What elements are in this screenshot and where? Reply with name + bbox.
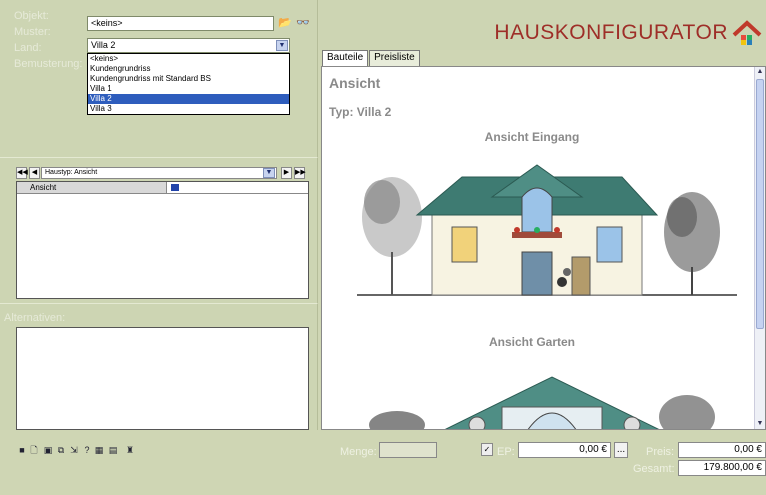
caption-garden: Ansicht Garten: [488, 335, 575, 349]
ep-field[interactable]: 0,00 €: [518, 442, 611, 458]
objekt-label: Objekt:: [14, 10, 49, 22]
binoculars-icon[interactable]: 👓: [295, 16, 311, 31]
content-scrollbar[interactable]: ▲ ▼: [754, 67, 765, 429]
chevron-down-icon[interactable]: ▼: [276, 40, 288, 51]
gesamt-field: 179.800,00 €: [678, 460, 766, 476]
header: HAUSKONFIGURATOR: [319, 0, 766, 50]
preis-field: 0,00 €: [678, 442, 766, 458]
prev-record-icon[interactable]: ◀: [29, 167, 40, 179]
calendar-icon[interactable]: ▤: [108, 445, 118, 456]
muster-option[interactable]: Villa 1: [88, 84, 289, 94]
chevron-down-icon[interactable]: ▼: [263, 168, 275, 178]
grid-header: Ansicht: [17, 182, 308, 194]
muster-option-selected[interactable]: Villa 2: [88, 94, 289, 104]
muster-option[interactable]: Kundengrundriss mit Standard BS: [88, 74, 289, 84]
scroll-thumb[interactable]: [756, 79, 764, 329]
caption-entrance: Ansicht Eingang: [484, 130, 580, 144]
objekt-field[interactable]: <keins>: [87, 16, 274, 31]
bemusterung-label: Bemusterung:: [14, 58, 83, 70]
print-preview-icon[interactable]: 🗋: [29, 445, 39, 456]
object-form-panel: Objekt: <keins> 📂 👓 Muster: Villa 2 ▼ La…: [0, 0, 318, 157]
gesamt-label: Gesamt:: [633, 463, 675, 475]
alternatives-list[interactable]: [16, 327, 309, 430]
content-view: Ansicht Typ: Villa 2 Ansicht Eingang Ans…: [321, 66, 766, 430]
first-record-icon[interactable]: ◀◀: [16, 167, 28, 179]
muster-option[interactable]: Villa 3: [88, 104, 289, 114]
save-icon[interactable]: ■: [17, 445, 27, 456]
checkbox-icon[interactable]: ✓: [481, 443, 493, 456]
scroll-up-icon[interactable]: ▲: [755, 67, 765, 77]
copy-icon[interactable]: ⧉: [56, 445, 66, 456]
tab-bauteile[interactable]: Bauteile: [322, 50, 369, 67]
content-type: Typ: Villa 2: [329, 105, 392, 119]
picture-icon[interactable]: [170, 183, 180, 192]
ep-picker-button[interactable]: ...: [614, 442, 628, 458]
component-grid[interactable]: Ansicht: [16, 181, 309, 299]
alternatives-panel: Alternativen:: [0, 303, 318, 430]
document-icon[interactable]: ▣: [43, 445, 53, 456]
tab-preisliste[interactable]: Preisliste: [369, 50, 420, 66]
land-label: Land:: [14, 42, 42, 54]
house-entrance-illustration: [357, 164, 737, 296]
menge-field[interactable]: [379, 442, 437, 458]
help-icon[interactable]: ?: [82, 445, 92, 456]
spreadsheet-icon[interactable]: ▦: [94, 445, 104, 456]
scroll-down-icon[interactable]: ▼: [755, 419, 765, 429]
tab-bar: Bauteile Preisliste: [322, 50, 421, 67]
grid-column-header[interactable]: Ansicht: [17, 182, 167, 193]
menge-label: Menge:: [340, 446, 377, 458]
haustyp-selector-value: Haustyp: Ansicht: [45, 169, 98, 176]
component-navigator-panel: ◀◀ ◀ Haustyp: Ansicht ▼ ▶ ▶▶ Ansicht: [0, 157, 318, 303]
ep-label: EP:: [497, 446, 515, 458]
footer: ■ 🗋 ▣ ⧉ ⇲ ? ▦ ▤ ♜ Menge: ✓ EP: 0,00 € ..…: [0, 430, 766, 495]
user-icon[interactable]: ♜: [125, 445, 135, 456]
muster-label: Muster:: [14, 26, 51, 38]
muster-select-value: Villa 2: [91, 40, 116, 50]
content-title: Ansicht: [329, 75, 381, 91]
app-title: HAUSKONFIGURATOR: [494, 21, 728, 44]
muster-option[interactable]: Kundengrundriss: [88, 64, 289, 74]
house-logo-icon: [732, 20, 762, 45]
last-record-icon[interactable]: ▶▶: [294, 167, 306, 179]
alternatives-label: Alternativen:: [4, 312, 66, 324]
export-icon[interactable]: ⇲: [69, 445, 79, 456]
preis-label: Preis:: [646, 446, 675, 458]
open-folder-icon[interactable]: 📂: [277, 16, 293, 31]
next-record-icon[interactable]: ▶: [281, 167, 292, 179]
house-garden-illustration: [369, 376, 715, 429]
muster-option[interactable]: <keins>: [88, 54, 289, 64]
muster-select[interactable]: Villa 2 ▼: [87, 38, 290, 53]
haustyp-selector[interactable]: Haustyp: Ansicht ▼: [41, 167, 277, 179]
muster-dropdown-list[interactable]: <keins> Kundengrundriss Kundengrundriss …: [87, 53, 290, 115]
